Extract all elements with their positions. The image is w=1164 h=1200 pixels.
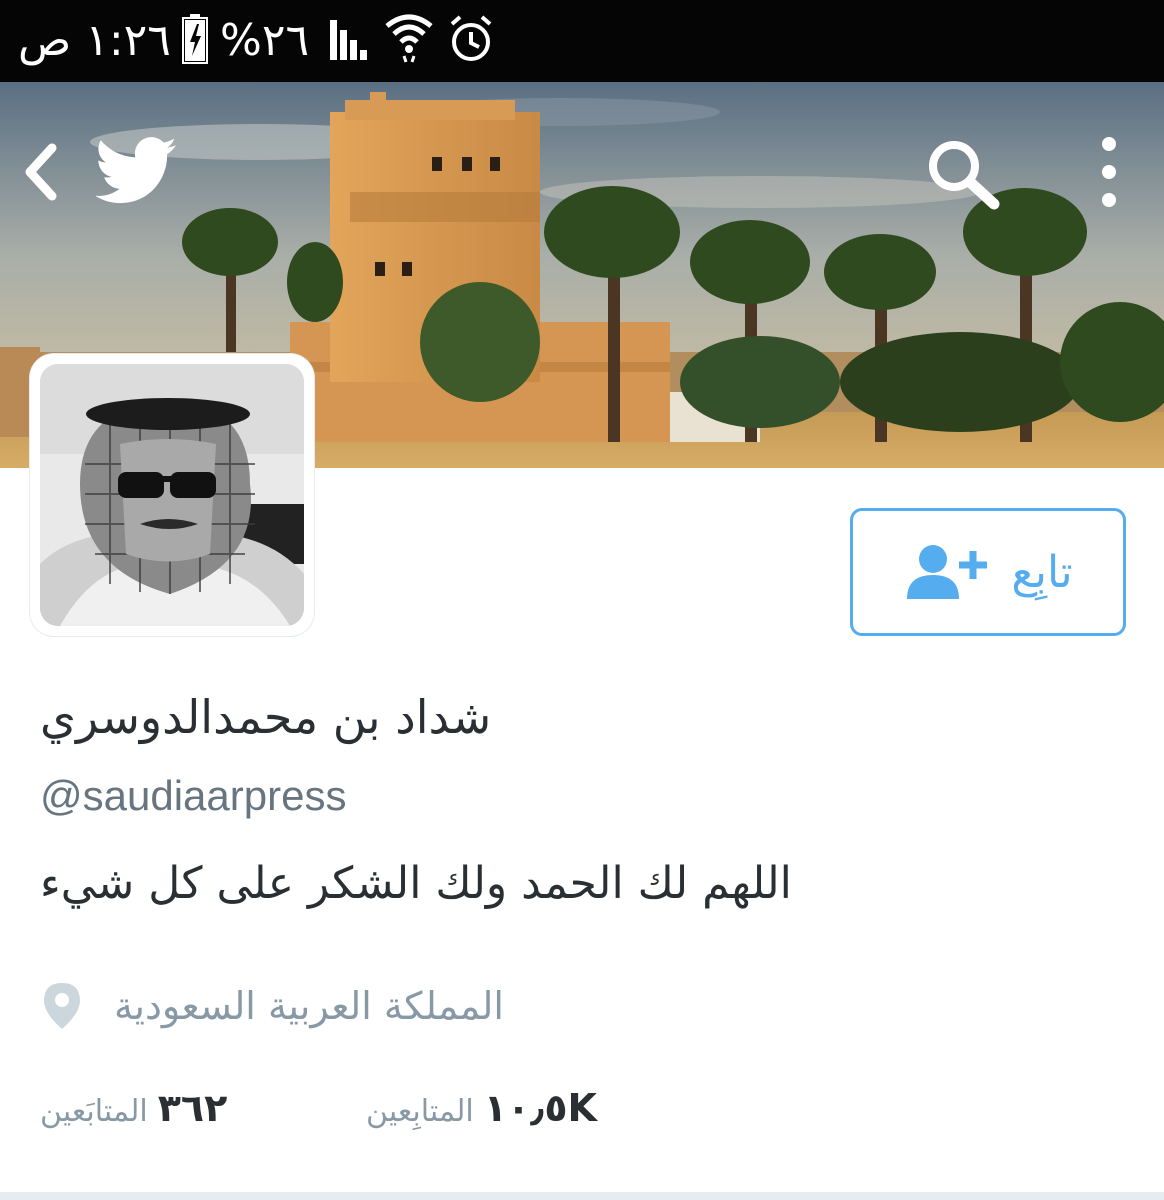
search-icon[interactable] [924, 136, 1002, 210]
battery-percent: %٢٦ [220, 15, 310, 66]
following-count: ٣٦٢ [157, 1086, 228, 1130]
follow-button[interactable]: تابِع [850, 508, 1126, 636]
following-label: المتابَعين [40, 1094, 148, 1129]
back-arrow-icon[interactable] [18, 140, 62, 204]
add-user-icon [907, 545, 988, 599]
location: المملكة العربية السعودية [40, 976, 504, 1036]
wifi-icon [385, 14, 433, 63]
follow-label: تابِع [1011, 546, 1073, 598]
following-stat[interactable]: ٣٦٢ المتابَعين [40, 1086, 227, 1138]
more-vertical-icon[interactable] [1094, 134, 1124, 210]
twitter-bird-icon [96, 137, 177, 204]
divider [0, 1192, 1164, 1200]
followers-count: ١٠٫٥K [483, 1086, 597, 1130]
followers-stat[interactable]: ١٠٫٥K المتابِعين [366, 1086, 597, 1138]
display-name: شداد بن محمدالدوسري [40, 690, 492, 744]
followers-label: المتابِعين [366, 1094, 474, 1129]
alarm-icon [450, 15, 492, 61]
location-pin-icon [44, 983, 80, 1029]
user-handle: @saudiaarpress [40, 772, 347, 819]
signal-icon [330, 20, 367, 60]
status-time: ١:٢٦ ص [18, 15, 171, 66]
avatar-photo [40, 364, 304, 626]
bio: اللهم لك الحمد ولك الشكر على كل شيء [40, 858, 792, 909]
avatar[interactable] [30, 354, 314, 636]
battery-charging-icon [182, 14, 208, 64]
status-bar: ١:٢٦ ص %٢٦ [0, 0, 1164, 82]
location-text: المملكة العربية السعودية [114, 984, 504, 1028]
